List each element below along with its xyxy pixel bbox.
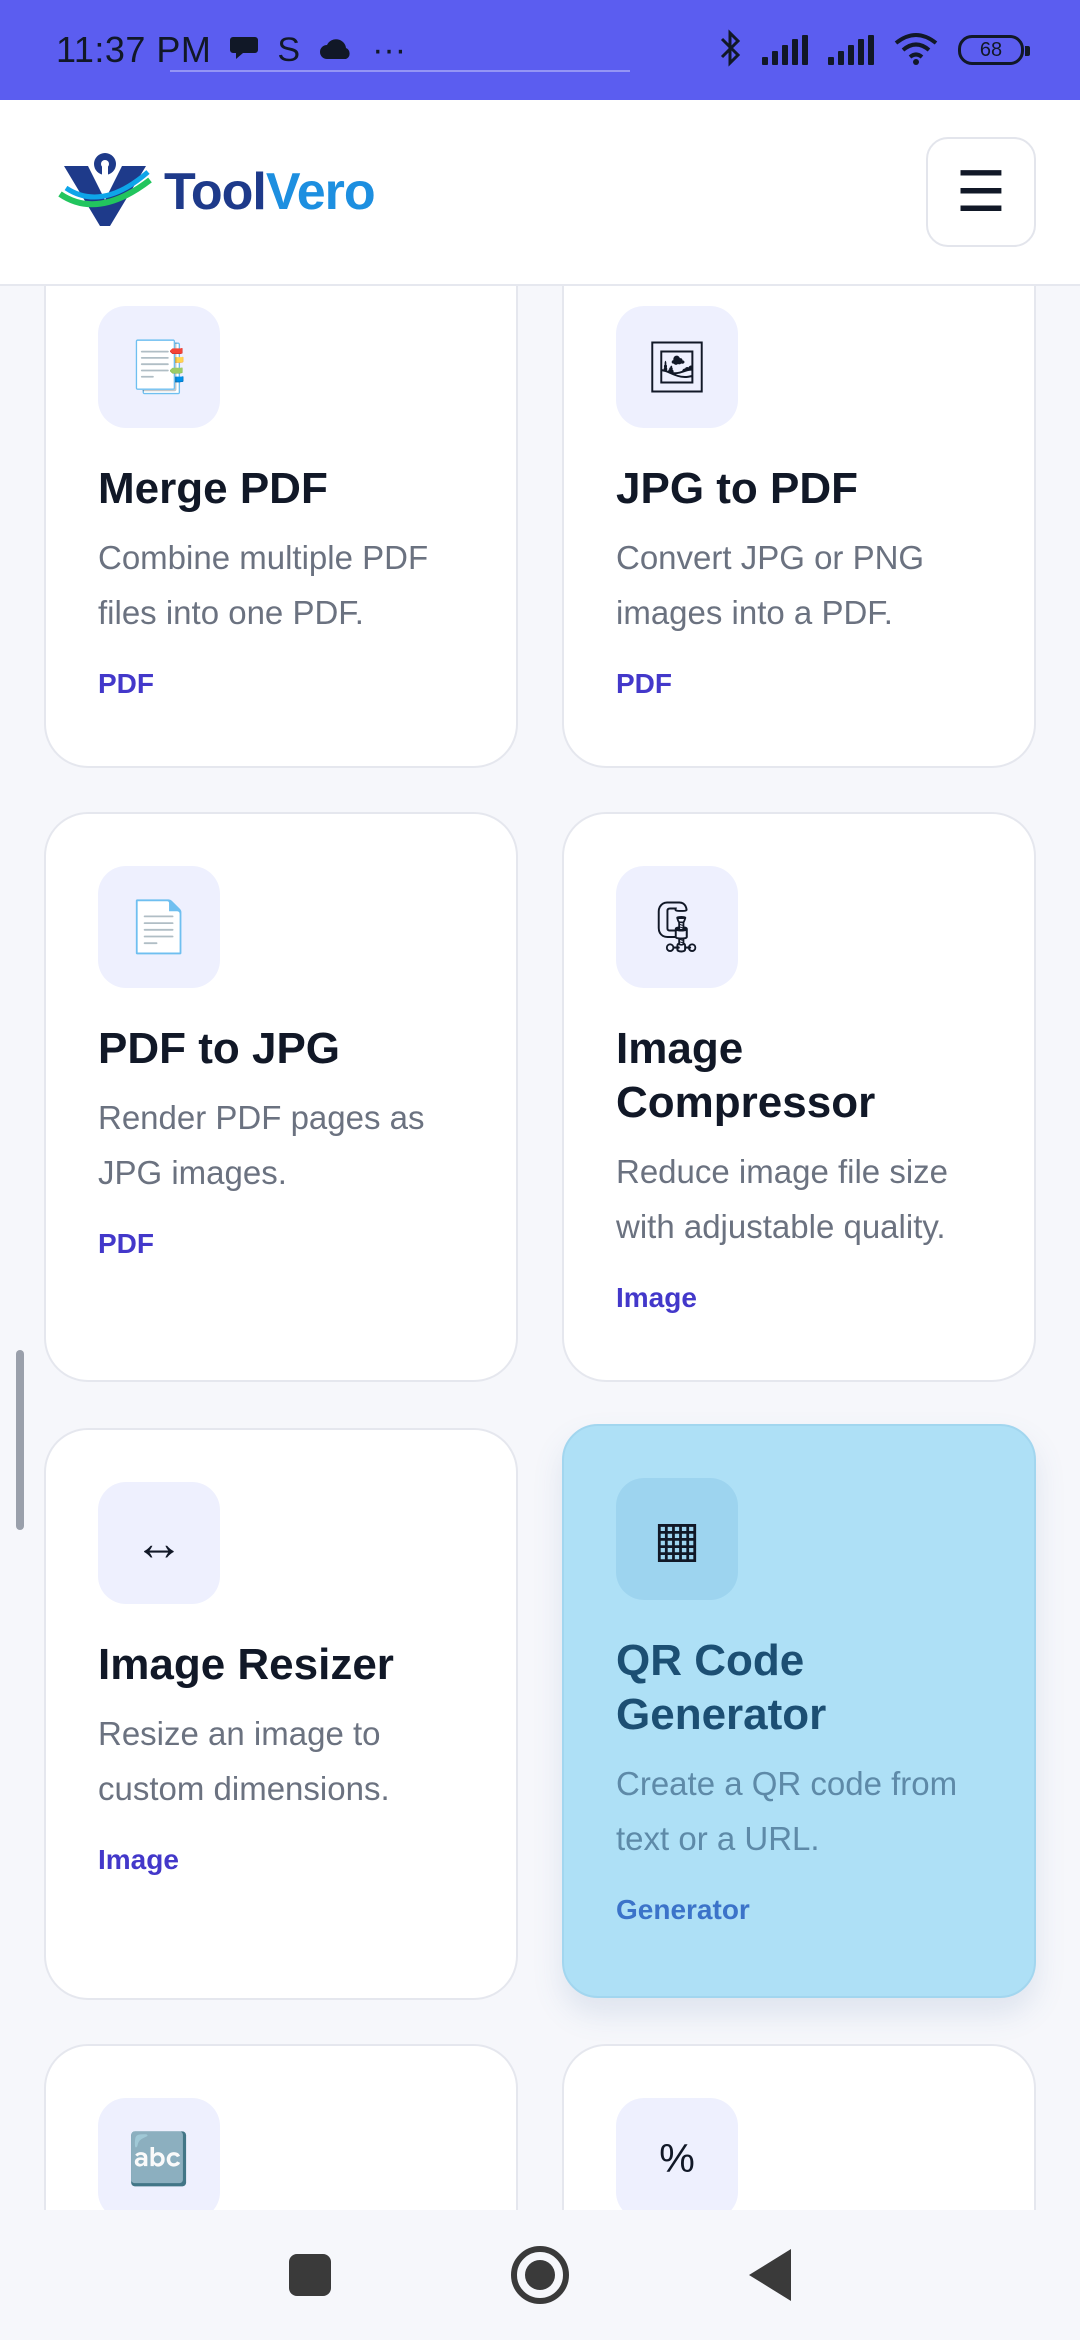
logo-text-part2: Vero: [265, 163, 376, 221]
tool-card-image-resizer[interactable]: ↔ Image Resizer Resize an image to custo…: [44, 1428, 518, 2000]
tool-card-description: Combine multiple PDF files into one PDF.: [98, 539, 429, 631]
battery-icon: 68: [958, 35, 1030, 65]
clamp-icon: 🗜: [616, 866, 738, 988]
tool-card-tag: Image: [616, 1282, 697, 1313]
status-time: 11:37 PM: [56, 29, 212, 70]
tool-card-pdf-to-jpg[interactable]: 📄 PDF to JPG Render PDF pages as JPG ima…: [44, 812, 518, 1382]
hamburger-menu-icon: ☰: [955, 160, 1007, 223]
more-dots-icon: ···: [372, 30, 407, 69]
status-right: 68: [718, 28, 1030, 72]
recents-button[interactable]: [289, 2254, 331, 2296]
s-app-icon: S: [277, 30, 301, 69]
status-left: 11:37 PM S ···: [56, 29, 406, 71]
tool-card-tag: PDF: [98, 1228, 154, 1259]
cloud-icon: [318, 31, 354, 70]
tool-card-title: PDF to JPG: [98, 1024, 341, 1073]
scrollbar-thumb[interactable]: [16, 1350, 24, 1530]
logo-mark-icon: [58, 150, 152, 235]
tool-card-merge-pdf[interactable]: 📑 Merge PDF Combine multiple PDF files i…: [44, 286, 518, 768]
percent-icon: %: [616, 2098, 738, 2210]
logo-text: ToolVero: [164, 162, 376, 222]
tool-card-title: QR Code Generator: [616, 1636, 827, 1739]
tool-card-title: Image Compressor: [616, 1024, 876, 1127]
status-underline: [170, 70, 630, 72]
back-button[interactable]: [749, 2249, 791, 2301]
tool-card-description: Reduce image file size with adjustable q…: [616, 1153, 948, 1245]
tool-card-tag: Image: [98, 1844, 179, 1875]
wifi-icon: [894, 31, 938, 70]
tool-card-tag: Generator: [616, 1894, 750, 1925]
tool-card-jpg-to-pdf[interactable]: 🖼 JPG to PDF Convert JPG or PNG images i…: [562, 286, 1036, 768]
chat-bubble-icon: [229, 31, 259, 70]
document-tabs-icon: 📑: [98, 306, 220, 428]
signal-icon-2: [828, 35, 874, 65]
tool-card-image-compressor[interactable]: 🗜 Image Compressor Reduce image file siz…: [562, 812, 1036, 1382]
logo-text-part1: Tool: [164, 163, 267, 221]
status-bar: 11:37 PM S ··· 68: [0, 0, 1080, 100]
tool-card-title: Merge PDF: [98, 464, 328, 513]
tool-card-tag: PDF: [98, 668, 154, 699]
bluetooth-icon: [718, 28, 742, 72]
tool-card-percentage-tool[interactable]: %: [562, 2044, 1036, 2210]
abc-icon: 🔤: [98, 2098, 220, 2210]
tool-card-title: JPG to PDF: [616, 464, 859, 513]
tool-card-description: Resize an image to custom dimensions.: [98, 1715, 390, 1807]
tool-card-description: Convert JPG or PNG images into a PDF.: [616, 539, 925, 631]
menu-button[interactable]: ☰: [926, 137, 1036, 247]
tool-grid[interactable]: 📑 Merge PDF Combine multiple PDF files i…: [0, 286, 1080, 2210]
tool-card-title: Image Resizer: [98, 1640, 394, 1689]
grid-icon: ▦: [616, 1478, 738, 1600]
home-dot-icon: [525, 2260, 555, 2290]
tool-card-description: Render PDF pages as JPG images.: [98, 1099, 425, 1191]
app-header: ToolVero ☰: [0, 100, 1080, 286]
tool-card-text-tool[interactable]: 🔤: [44, 2044, 518, 2210]
tool-card-description: Create a QR code from text or a URL.: [616, 1765, 958, 1857]
home-button[interactable]: [511, 2246, 569, 2304]
logo[interactable]: ToolVero: [58, 150, 376, 235]
signal-icon-1: [762, 35, 808, 65]
framed-picture-icon: 🖼: [616, 306, 738, 428]
tool-card-qr-code-generator[interactable]: ▦ QR Code Generator Create a QR code fro…: [562, 1424, 1036, 1998]
navigation-bar: [0, 2210, 1080, 2340]
left-right-arrow-icon: ↔: [98, 1482, 220, 1604]
tool-card-tag: PDF: [616, 668, 672, 699]
page-icon: 📄: [98, 866, 220, 988]
